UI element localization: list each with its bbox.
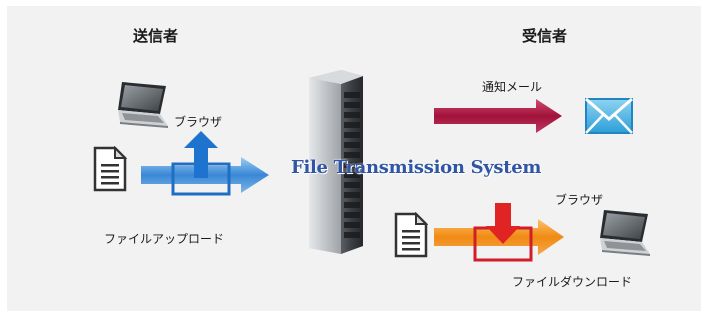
sender-title: 送信者: [133, 27, 179, 45]
laptop-icon: [118, 82, 168, 128]
document-icon: [93, 146, 127, 192]
document-icon: [394, 212, 428, 258]
system-title: File Transmission System: [291, 157, 542, 178]
notification-label: 通知メール: [482, 80, 543, 94]
download-tray-icon: [473, 203, 533, 262]
laptop-icon: [600, 210, 650, 256]
receiver-title: 受信者: [522, 27, 568, 45]
receiver-browser-label: ブラウザ: [555, 193, 604, 207]
upload-label: ファイルアップロード: [104, 232, 225, 246]
envelope-icon: [585, 97, 633, 134]
upload-tray-icon: [171, 131, 231, 196]
download-label: ファイルダウンロード: [512, 275, 633, 289]
notify-arrow: [434, 99, 562, 133]
